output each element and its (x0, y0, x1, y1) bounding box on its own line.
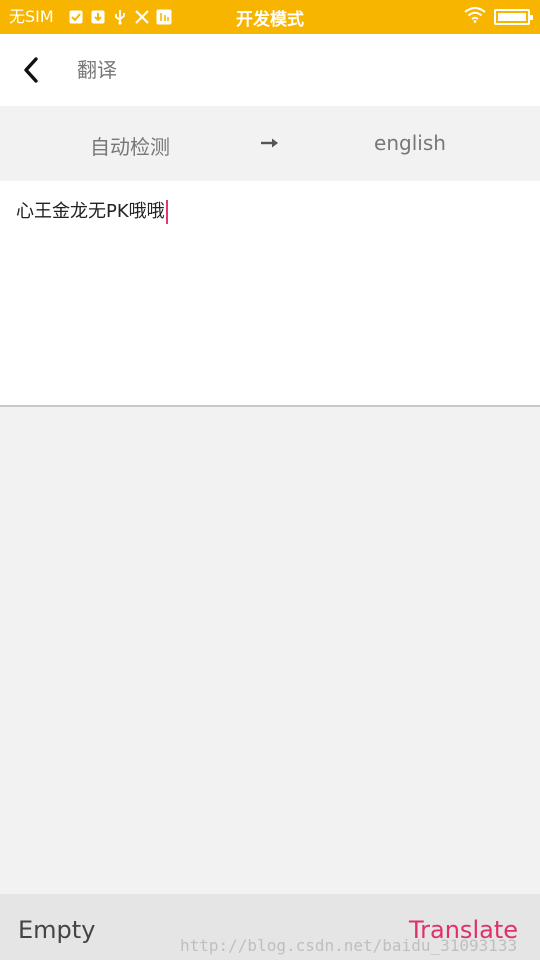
source-text-input[interactable]: 心王金龙无PK哦哦 (0, 181, 540, 407)
text-cursor (165, 200, 168, 224)
arrow-right-icon (259, 134, 281, 152)
page-title: 翻译 (77, 58, 117, 82)
watermark: http://blog.csdn.net/baidu_31093133 (180, 936, 518, 955)
input-text-wrapper: 心王金龙无PK哦哦 (16, 200, 168, 224)
language-selector-bar: 自动检测 english (0, 106, 540, 181)
input-text: 心王金龙无PK哦哦 (16, 201, 165, 222)
target-language-selector[interactable]: english (340, 131, 480, 155)
source-language-selector[interactable]: 自动检测 (60, 131, 200, 160)
battery-level (498, 13, 526, 21)
translation-result-area (0, 407, 540, 894)
app-header: 翻译 (0, 34, 540, 106)
back-icon[interactable] (14, 52, 48, 88)
battery-icon (494, 9, 533, 25)
wifi-icon (464, 7, 486, 27)
developer-mode-label: 开发模式 (236, 10, 304, 30)
status-bar: 无SIM 开发模式 (0, 0, 540, 34)
empty-button[interactable]: Empty (18, 916, 95, 944)
status-right (464, 7, 533, 27)
